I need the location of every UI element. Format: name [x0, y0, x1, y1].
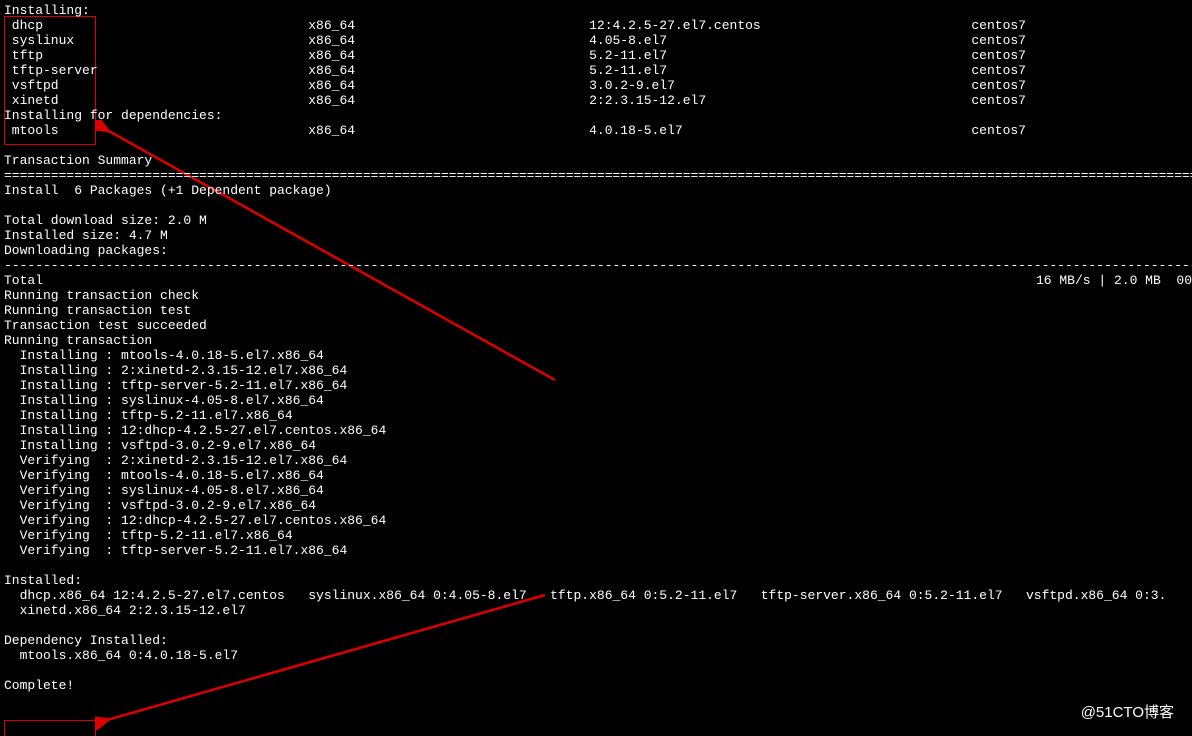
install-step: Installing : tftp-server-5.2-11.el7.x86_… [4, 378, 347, 393]
install-step: Installing : vsftpd-3.0.2-9.el7.x86_64 [4, 438, 316, 453]
dep-row: mtools x86_64 4.0.18-5.el7 centos7 [4, 123, 1026, 138]
total-line: Total 16 MB/s | 2.0 MB 00 [4, 273, 1192, 288]
installed-size: Installed size: 4.7 M [4, 228, 168, 243]
transaction-summary-title: Transaction Summary [4, 153, 152, 168]
install-step: Installing : 2:xinetd-2.3.15-12.el7.x86_… [4, 363, 347, 378]
install-step: Installing : tftp-5.2-11.el7.x86_64 [4, 408, 293, 423]
install-step: Verifying : 12:dhcp-4.2.5-27.el7.centos.… [4, 513, 386, 528]
package-row: tftp-server x86_64 5.2-11.el7 centos7 [4, 63, 1026, 78]
download-size: Total download size: 2.0 M [4, 213, 207, 228]
transaction-check: Running transaction check [4, 288, 199, 303]
install-step: Verifying : tftp-server-5.2-11.el7.x86_6… [4, 543, 347, 558]
install-step: Installing : 12:dhcp-4.2.5-27.el7.centos… [4, 423, 386, 438]
highlight-box-complete [4, 720, 96, 736]
downloading-packages: Downloading packages: [4, 243, 168, 258]
installed-label: Installed: [4, 573, 82, 588]
total-label: Total [4, 273, 43, 288]
complete-line: Complete! [4, 678, 74, 693]
watermark-label: @51CTO博客 [1081, 705, 1174, 720]
install-step: Verifying : 2:xinetd-2.3.15-12.el7.x86_6… [4, 453, 347, 468]
dep-installed-line: mtools.x86_64 0:4.0.18-5.el7 [4, 648, 238, 663]
install-count: Install 6 Packages (+1 Dependent package… [4, 183, 332, 198]
package-row: syslinux x86_64 4.05-8.el7 centos7 [4, 33, 1026, 48]
transaction-test: Running transaction test [4, 303, 191, 318]
deps-header: Installing for dependencies: [4, 108, 222, 123]
terminal-output: { "header": "Installing:", "packages": [… [0, 0, 1192, 736]
install-step: Verifying : syslinux-4.05-8.el7.x86_64 [4, 483, 324, 498]
package-row: vsftpd x86_64 3.0.2-9.el7 centos7 [4, 78, 1026, 93]
divider: ========================================… [4, 168, 1192, 183]
install-step: Installing : mtools-4.0.18-5.el7.x86_64 [4, 348, 324, 363]
total-speed: 16 MB/s | 2.0 MB 00 [1036, 273, 1192, 288]
package-row: tftp x86_64 5.2-11.el7 centos7 [4, 48, 1026, 63]
dashes: ----------------------------------------… [4, 258, 1192, 273]
package-row: dhcp x86_64 12:4.2.5-27.el7.centos cento… [4, 18, 1026, 33]
running-transaction: Running transaction [4, 333, 152, 348]
installing-header: Installing: [4, 3, 90, 18]
install-step: Verifying : tftp-5.2-11.el7.x86_64 [4, 528, 293, 543]
package-row: xinetd x86_64 2:2.3.15-12.el7 centos7 [4, 93, 1026, 108]
install-step: Verifying : vsftpd-3.0.2-9.el7.x86_64 [4, 498, 316, 513]
dep-installed-label: Dependency Installed: [4, 633, 168, 648]
installed-line: dhcp.x86_64 12:4.2.5-27.el7.centos sysli… [4, 588, 1166, 603]
install-step: Installing : syslinux-4.05-8.el7.x86_64 [4, 393, 324, 408]
installed-line: xinetd.x86_64 2:2.3.15-12.el7 [4, 603, 246, 618]
transaction-test-ok: Transaction test succeeded [4, 318, 207, 333]
install-step: Verifying : mtools-4.0.18-5.el7.x86_64 [4, 468, 324, 483]
